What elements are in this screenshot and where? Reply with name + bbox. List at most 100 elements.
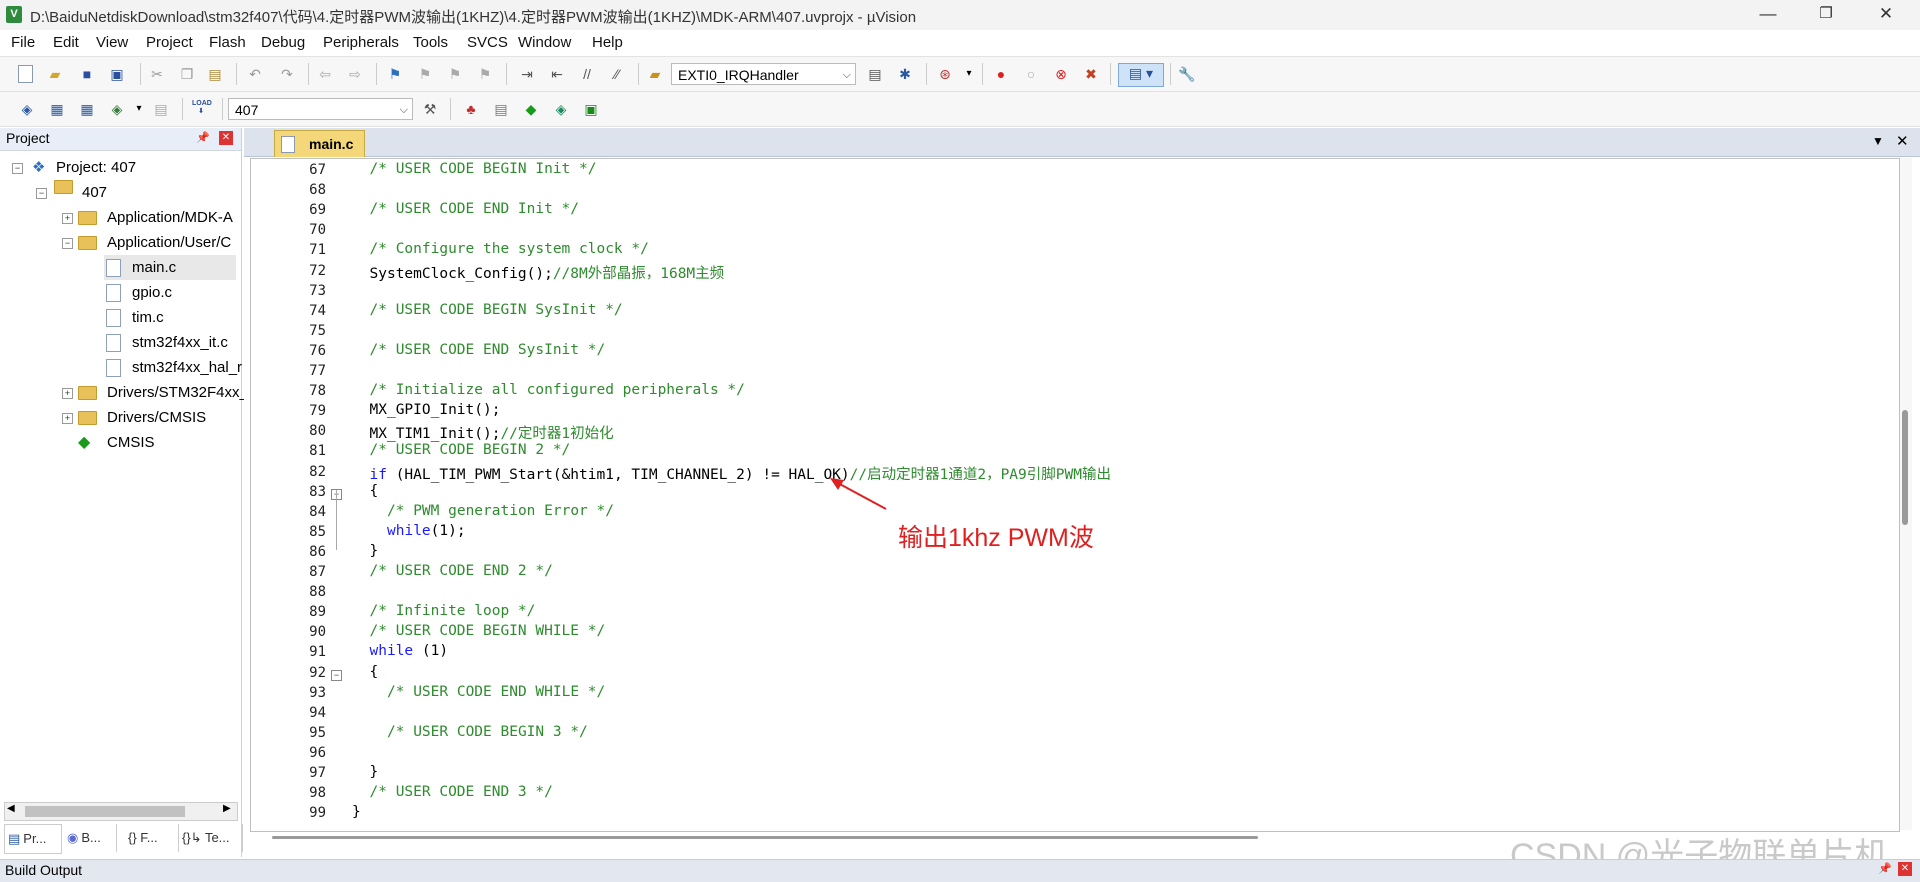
fold-collapse-icon[interactable]: − bbox=[331, 669, 342, 681]
close-button[interactable]: ✕ bbox=[1857, 0, 1915, 30]
scroll-left-icon[interactable]: ◀ bbox=[7, 803, 15, 814]
restore-button[interactable]: ❐ bbox=[1797, 0, 1855, 30]
target-options-icon[interactable]: ⚒ bbox=[421, 100, 439, 118]
close-icon[interactable]: ✕ bbox=[1896, 132, 1909, 150]
menu-tools[interactable]: Tools bbox=[413, 34, 448, 51]
tab-templates[interactable]: {}↳ Te... bbox=[178, 824, 243, 852]
collapse-icon[interactable]: − bbox=[12, 163, 23, 174]
code-line: MX_TIM1_Init();//定时器1初始化 bbox=[370, 422, 614, 443]
run-time-environment-icon[interactable]: ◈ bbox=[552, 100, 570, 118]
collapse-icon[interactable]: − bbox=[36, 188, 47, 199]
undo-icon[interactable]: ↶ bbox=[246, 65, 264, 83]
download-load-icon[interactable]: LOAD ⬇ bbox=[192, 100, 212, 118]
code-text: } bbox=[352, 804, 361, 821]
batch-build-icon[interactable]: ◈ bbox=[108, 100, 126, 118]
folder-open-icon bbox=[78, 236, 97, 250]
pack-installer-icon[interactable]: ◆ bbox=[522, 100, 540, 118]
manage-project-items-icon[interactable]: ♣ bbox=[462, 100, 480, 118]
save-all-icon[interactable]: ▣ bbox=[108, 65, 126, 83]
menu-project[interactable]: Project bbox=[146, 34, 193, 51]
line-number: 76 bbox=[309, 342, 326, 359]
configure-icon[interactable]: ✱ bbox=[896, 65, 914, 83]
build-icon[interactable]: ▦ bbox=[48, 100, 66, 118]
menu-edit[interactable]: Edit bbox=[53, 34, 79, 51]
uncomment-icon[interactable]: ⁄⁄ bbox=[608, 65, 626, 83]
c-file-icon bbox=[106, 309, 121, 327]
unindent-icon[interactable]: ⇤ bbox=[548, 65, 566, 83]
stop-build-icon[interactable]: ▤ bbox=[152, 100, 170, 118]
nav-forward-icon[interactable]: ⇨ bbox=[346, 65, 364, 83]
redo-icon[interactable]: ↷ bbox=[278, 65, 296, 83]
menu-help[interactable]: Help bbox=[592, 34, 623, 51]
debug-search-icon[interactable]: ⊛ bbox=[936, 65, 954, 83]
menu-bar: File Edit View Project Flash Debug Perip… bbox=[0, 30, 1920, 57]
select-packs-icon[interactable]: ▤ bbox=[492, 100, 510, 118]
tree-item-label: stm32f4xx_it.c bbox=[132, 334, 228, 351]
line-number: 95 bbox=[309, 724, 326, 741]
kill-all-breakpoints-icon[interactable]: ✖ bbox=[1082, 65, 1100, 83]
translate-icon[interactable]: ◈ bbox=[18, 100, 36, 118]
expand-icon[interactable]: + bbox=[62, 413, 73, 424]
line-number: 67 bbox=[309, 162, 326, 178]
menu-debug[interactable]: Debug bbox=[261, 34, 305, 51]
document-icon[interactable]: ▤ bbox=[866, 65, 884, 83]
tab-functions[interactable]: {} F... bbox=[122, 824, 179, 852]
bookmark-clear-icon[interactable]: ⚑ bbox=[476, 65, 494, 83]
scroll-thumb[interactable] bbox=[25, 806, 185, 817]
minimize-button[interactable]: — bbox=[1739, 0, 1797, 30]
pin-icon[interactable]: 📌 bbox=[1878, 862, 1892, 875]
new-file-icon[interactable] bbox=[18, 65, 33, 83]
bookmark-prev-icon[interactable]: ⚑ bbox=[416, 65, 434, 83]
code-comment: //定时器1初始化 bbox=[500, 426, 614, 443]
c-file-icon bbox=[281, 136, 295, 153]
scroll-right-icon[interactable]: ▶ bbox=[223, 803, 231, 814]
expand-icon[interactable]: + bbox=[62, 213, 73, 224]
bookmark-toggle-icon[interactable]: ⚑ bbox=[386, 65, 404, 83]
bookmark-next-icon[interactable]: ⚑ bbox=[446, 65, 464, 83]
tab-books[interactable]: ◉ B... bbox=[64, 824, 117, 852]
expand-icon[interactable]: + bbox=[62, 388, 73, 399]
menu-window[interactable]: Window bbox=[518, 34, 571, 51]
window-layout-icon[interactable]: ▤ ▾ bbox=[1118, 63, 1164, 87]
tab-main-c[interactable]: main.c bbox=[274, 130, 365, 157]
menu-view[interactable]: View bbox=[96, 34, 128, 51]
menu-flash[interactable]: Flash bbox=[209, 34, 246, 51]
chevron-down-icon[interactable]: ▾ bbox=[960, 65, 978, 83]
disable-all-breakpoints-icon[interactable]: ⊗ bbox=[1052, 65, 1070, 83]
breakpoint-disable-icon[interactable]: ○ bbox=[1022, 65, 1040, 83]
cmsis-config-icon[interactable]: ▣ bbox=[582, 100, 600, 118]
project-hscrollbar[interactable]: ◀ ▶ bbox=[4, 802, 238, 821]
menu-peripherals[interactable]: Peripherals bbox=[323, 34, 399, 51]
tree-item-file-selected[interactable]: main.c bbox=[104, 255, 236, 280]
comment-icon[interactable]: // bbox=[578, 65, 596, 83]
close-icon[interactable]: ✕ bbox=[219, 131, 233, 145]
code-text: } bbox=[369, 542, 379, 559]
rebuild-icon[interactable]: ▦ bbox=[78, 100, 96, 118]
open-folder-icon[interactable]: ▰ bbox=[46, 65, 64, 83]
code-line: } bbox=[352, 804, 361, 820]
pin-icon[interactable]: 📌 bbox=[196, 131, 210, 144]
target-combo[interactable]: 407 ⌵ bbox=[228, 98, 413, 120]
menu-file[interactable]: File bbox=[11, 34, 35, 51]
breakpoint-icon[interactable]: ● bbox=[992, 65, 1010, 83]
indent-icon[interactable]: ⇥ bbox=[518, 65, 536, 83]
scroll-thumb[interactable] bbox=[1902, 410, 1908, 525]
tab-list-icon[interactable]: ▼ bbox=[1872, 134, 1884, 148]
cut-icon[interactable]: ✂ bbox=[148, 65, 166, 83]
code-line: MX_GPIO_Init(); bbox=[370, 402, 501, 418]
copy-icon[interactable]: ❐ bbox=[178, 65, 196, 83]
collapse-icon[interactable]: − bbox=[62, 238, 73, 249]
menu-svcs[interactable]: SVCS bbox=[467, 34, 508, 51]
tab-project[interactable]: ▤ Pr... bbox=[4, 824, 62, 854]
editor-hscroll-thumb[interactable] bbox=[272, 836, 1258, 839]
line-number: 85 bbox=[309, 523, 326, 540]
function-combo[interactable]: EXTI0_IRQHandler ⌵ bbox=[671, 63, 856, 85]
close-icon[interactable]: ✕ bbox=[1898, 862, 1912, 876]
nav-back-icon[interactable]: ⇦ bbox=[316, 65, 334, 83]
project-panel-header: Project 📌 ✕ bbox=[0, 128, 241, 151]
paste-icon[interactable]: ▤ bbox=[206, 65, 224, 83]
wrench-icon[interactable]: 🔧 bbox=[1178, 65, 1196, 83]
save-icon[interactable]: ■ bbox=[78, 65, 96, 83]
find-in-files-icon[interactable]: ▰ bbox=[646, 65, 664, 83]
chevron-down-icon[interactable]: ▾ bbox=[130, 100, 148, 118]
